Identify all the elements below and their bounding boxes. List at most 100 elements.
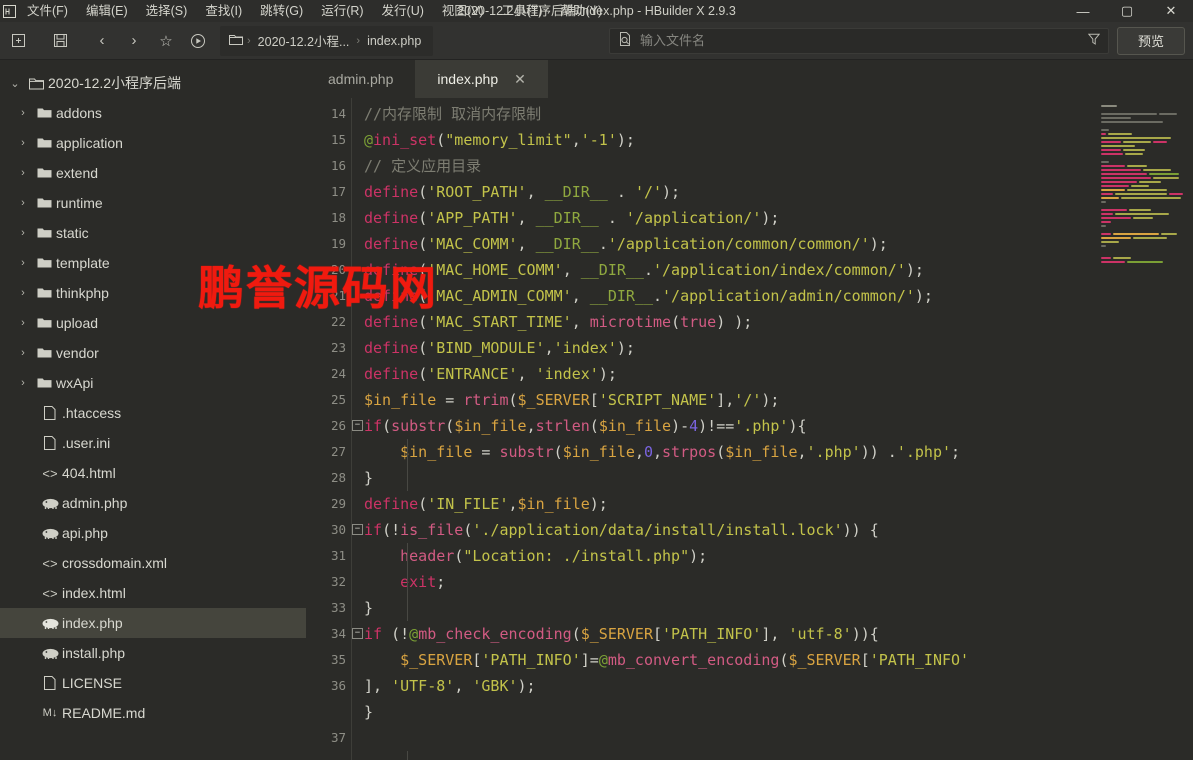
line-number: 32: [330, 574, 346, 589]
line-number: 23: [330, 340, 346, 355]
line-number: 27: [330, 444, 346, 459]
code-line-28: }: [364, 469, 374, 487]
file-search-box[interactable]: [609, 27, 1109, 54]
php-icon: [38, 618, 62, 629]
menu-item-view[interactable]: 视图(V): [433, 0, 493, 22]
menu-item-help[interactable]: 帮助(Y): [552, 0, 612, 22]
chevron-right-icon[interactable]: ›: [14, 227, 32, 239]
menu-item-file[interactable]: 文件(F): [18, 0, 77, 22]
tree-item-label: runtime: [56, 195, 103, 211]
breadcrumb-project[interactable]: 2020-12.2小程...: [252, 31, 356, 50]
tab-index-php[interactable]: index.php ✕: [415, 60, 548, 98]
tree-item-application[interactable]: › application: [0, 128, 306, 158]
code-editor[interactable]: 14 15 16 17 18 19 20 21 22 23 24 25 26 −…: [306, 98, 1193, 760]
tree-item-htaccess[interactable]: .htaccess: [0, 398, 306, 428]
tree-item-template[interactable]: › template: [0, 248, 306, 278]
html-icon: <>: [42, 585, 58, 601]
code-line-15: @ini_set("memory_limit",'-1');: [364, 131, 635, 149]
html-icon: <>: [42, 465, 58, 481]
tree-item-runtime[interactable]: › runtime: [0, 188, 306, 218]
code-text[interactable]: //内存限制 取消内存限制 @ini_set("memory_limit",'-…: [352, 98, 1095, 760]
chevron-right-icon[interactable]: ›: [14, 317, 32, 329]
new-file-icon[interactable]: [2, 26, 34, 56]
tree-item-index-html[interactable]: <> index.html: [0, 578, 306, 608]
hbuilderx-window: 文件(F) 编辑(E) 选择(S) 查找(I) 跳转(G) 运行(R) 发行(U…: [0, 0, 1193, 760]
line-number: 17: [330, 184, 346, 199]
tree-item-admin-php[interactable]: admin.php: [0, 488, 306, 518]
tree-item-label: crossdomain.xml: [62, 555, 168, 571]
tree-item-404-html[interactable]: <> 404.html: [0, 458, 306, 488]
code-line-27: $in_file = substr($in_file,0,strpos($in_…: [400, 443, 961, 461]
menu-item-select[interactable]: 选择(S): [137, 0, 197, 22]
line-number: 26 −: [306, 413, 363, 439]
tree-item-extend[interactable]: › extend: [0, 158, 306, 188]
code-line-14: //内存限制 取消内存限制: [364, 105, 542, 123]
code-line-31: header("Location: ./install.php");: [400, 547, 708, 565]
tree-item-label: README.md: [62, 705, 146, 721]
folder-list: › addons › application › extend › runtim…: [0, 98, 306, 398]
chevron-right-icon[interactable]: ›: [14, 347, 32, 359]
tree-item-license[interactable]: LICENSE: [0, 668, 306, 698]
tree-item-static[interactable]: › static: [0, 218, 306, 248]
menu-item-edit[interactable]: 编辑(E): [77, 0, 137, 22]
chevron-right-icon[interactable]: ›: [14, 257, 32, 269]
file-icon: [38, 436, 62, 450]
tree-item-install-php[interactable]: install.php: [0, 638, 306, 668]
breadcrumb: › 2020-12.2小程... › index.php: [220, 25, 434, 56]
forward-icon[interactable]: ›: [118, 26, 150, 56]
tree-item-index-php[interactable]: index.php: [0, 608, 306, 638]
tree-item-addons[interactable]: › addons: [0, 98, 306, 128]
code-scroll-region[interactable]: 14 15 16 17 18 19 20 21 22 23 24 25 26 −…: [306, 98, 1095, 760]
project-explorer[interactable]: ⌄ 2020-12.2小程序后端 › addons › application …: [0, 60, 306, 760]
tree-item-wxapi[interactable]: › wxApi: [0, 368, 306, 398]
chevron-right-icon[interactable]: ›: [14, 167, 32, 179]
folder-icon: [32, 167, 56, 179]
preview-button[interactable]: 预览: [1117, 26, 1185, 55]
line-number-value: 26: [330, 418, 346, 433]
breadcrumb-file[interactable]: index.php: [361, 34, 427, 48]
close-button[interactable]: ✕: [1149, 0, 1193, 22]
chevron-right-icon[interactable]: ›: [14, 377, 32, 389]
maximize-button[interactable]: ▢: [1105, 0, 1149, 22]
menu-item-find[interactable]: 查找(I): [196, 0, 251, 22]
chevron-right-icon[interactable]: ›: [14, 287, 32, 299]
tree-item-crossdomain-xml[interactable]: <> crossdomain.xml: [0, 548, 306, 578]
line-number: 21: [330, 288, 346, 303]
menu-item-publish[interactable]: 发行(U): [373, 0, 433, 22]
chevron-right-icon[interactable]: ›: [14, 107, 32, 119]
back-icon[interactable]: ‹: [86, 26, 118, 56]
save-icon[interactable]: [44, 26, 76, 56]
tree-item-upload[interactable]: › upload: [0, 308, 306, 338]
favorite-star-icon[interactable]: ☆: [150, 26, 182, 56]
line-number: 14: [330, 106, 346, 121]
tree-item-user-ini[interactable]: .user.ini: [0, 428, 306, 458]
filter-icon[interactable]: [1080, 33, 1108, 48]
code-line-16: // 定义应用目录: [364, 157, 482, 175]
tree-item-vendor[interactable]: › vendor: [0, 338, 306, 368]
search-input[interactable]: [640, 33, 1080, 48]
line-number: 19: [330, 236, 346, 251]
menu-item-tools[interactable]: 工具(T): [493, 0, 552, 22]
menu-item-goto[interactable]: 跳转(G): [251, 0, 312, 22]
close-icon[interactable]: ✕: [514, 72, 526, 86]
tree-item-project-root[interactable]: ⌄ 2020-12.2小程序后端: [0, 68, 306, 98]
menu-item-run[interactable]: 运行(R): [312, 0, 372, 22]
code-line-23: define('BIND_MODULE','index');: [364, 339, 635, 357]
tree-item-thinkphp[interactable]: › thinkphp: [0, 278, 306, 308]
tree-item-label: wxApi: [56, 375, 94, 391]
line-number: 35: [330, 652, 346, 667]
tab-admin-php[interactable]: admin.php: [306, 60, 415, 98]
code-minimap[interactable]: [1095, 98, 1193, 760]
chevron-right-icon[interactable]: ›: [14, 197, 32, 209]
chevron-down-icon[interactable]: ⌄: [6, 77, 24, 90]
folder-icon: [32, 317, 56, 329]
tree-item-api-php[interactable]: api.php: [0, 518, 306, 548]
folder-icon: [32, 227, 56, 239]
tree-item-readme-md[interactable]: M↓ README.md: [0, 698, 306, 728]
run-icon[interactable]: [182, 26, 214, 56]
file-list: .htaccess .user.ini <> 404.html admin.ph…: [0, 398, 306, 728]
line-number: 36: [330, 678, 346, 693]
chevron-right-icon[interactable]: ›: [14, 137, 32, 149]
minimize-button[interactable]: —: [1061, 0, 1105, 22]
app-logo-icon: [0, 0, 18, 22]
